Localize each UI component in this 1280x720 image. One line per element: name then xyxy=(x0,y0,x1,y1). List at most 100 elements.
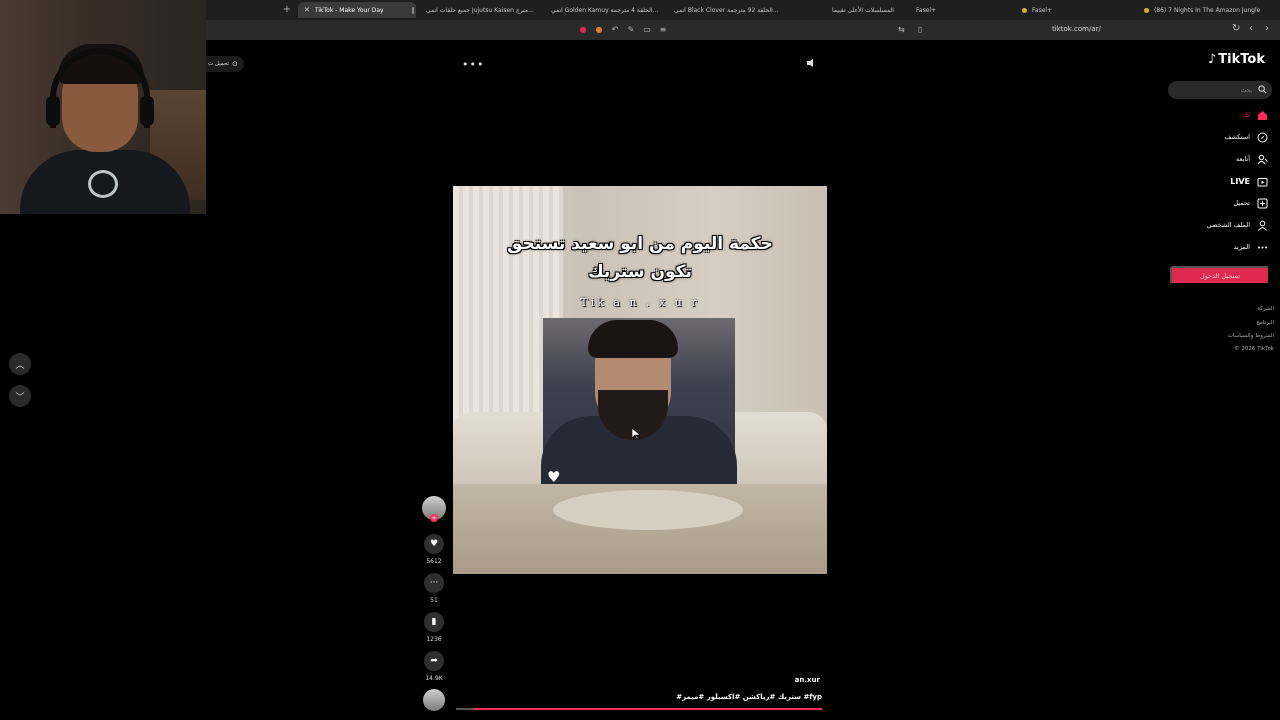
bookmark-icon[interactable]: ▯ xyxy=(918,25,922,34)
get-app-label: تحميل ت xyxy=(208,61,230,67)
like-button[interactable]: ♥ 5612 xyxy=(420,534,448,565)
close-tab-icon[interactable]: ✕ xyxy=(304,6,310,14)
tools-icon[interactable]: ✎ xyxy=(626,25,636,35)
stats-icon[interactable]: ≡ xyxy=(658,25,668,35)
video-progress-bar[interactable] xyxy=(456,708,822,710)
mouse-cursor-icon xyxy=(632,428,640,440)
footer-link-company[interactable]: الشركة xyxy=(1257,306,1274,312)
heart-overlay-icon: ♥ xyxy=(547,468,561,486)
compass-icon xyxy=(1256,131,1268,143)
tab-label: Fasel+ xyxy=(1032,6,1053,14)
comment-count: 51 xyxy=(430,597,438,604)
music-disc-icon[interactable] xyxy=(423,689,445,711)
following-icon xyxy=(1256,153,1268,165)
more-options-icon[interactable]: ••• xyxy=(462,58,484,71)
sidebar-item-live[interactable]: LIVE xyxy=(1230,175,1268,187)
chevron-down-icon: ﹀ xyxy=(15,392,25,403)
home-icon xyxy=(1256,109,1268,121)
sidebar-item-label: LIVE xyxy=(1230,176,1250,186)
settings-sliders-icon[interactable]: ⇆ xyxy=(898,25,905,34)
forward-icon[interactable]: › xyxy=(1265,23,1269,34)
tab-golden-kamuy[interactable]: انمي Golden Kamuy الحلقة 4 مترجمة... xyxy=(545,2,663,18)
sidebar-item-label: لك xyxy=(1242,111,1250,119)
like-count: 5612 xyxy=(426,558,442,565)
tab-label: انمي Golden Kamuy الحلقة 4 مترجمة... xyxy=(551,6,659,14)
sidebar-item-label: الملف الشخصي xyxy=(1206,221,1250,229)
profile-icon xyxy=(1256,219,1268,231)
upload-icon xyxy=(1256,197,1268,209)
share-button[interactable]: ➦ 14.9K xyxy=(420,651,448,682)
url-text[interactable]: tiktok.com/ar/ xyxy=(1052,25,1101,33)
video-hashtags[interactable]: #ستريك #رياكشن #اكسبلور #ميمز #fyp xyxy=(640,693,822,701)
tiktok-logo[interactable]: ♪ TikTok xyxy=(1208,52,1265,67)
back-icon[interactable]: ‹ xyxy=(1249,23,1253,34)
sidebar-item-label: أتابعه xyxy=(1235,155,1250,163)
extension-icon[interactable]: ● xyxy=(594,25,604,35)
tab-label: المسلسلات الأعلى تقييما xyxy=(832,6,894,14)
share-icon[interactable]: ➦ xyxy=(424,651,444,671)
footer-link-program[interactable]: البرنامج xyxy=(1256,320,1274,326)
tab-youtube[interactable]: (86) 7 Nights In The Amazon Jungle xyxy=(1138,2,1278,18)
bookmark-icon[interactable]: ▮ xyxy=(424,612,444,632)
screen: + ✕ TikTok - Make Your Day جميع حلقات ان… xyxy=(0,0,1280,720)
sound-disc-button[interactable] xyxy=(420,689,448,711)
reload-icon[interactable]: ↻ xyxy=(1232,23,1240,34)
video-author[interactable]: an.xur xyxy=(700,676,820,684)
tab-fasel-2[interactable]: Fasel+ xyxy=(1016,2,1066,18)
next-video-button[interactable]: ﹀ xyxy=(9,385,31,407)
video-player[interactable]: ♥ حكمة اليوم من ابو سعيد تستحق تكون ستري… xyxy=(453,186,827,574)
site-favicon-icon xyxy=(1022,7,1027,13)
tab-fasel-1[interactable]: Fasel+ xyxy=(910,2,950,18)
tab-label: TikTok - Make Your Day xyxy=(314,6,384,14)
comment-button[interactable]: ··· 51 xyxy=(420,573,448,604)
follow-plus-icon[interactable]: + xyxy=(430,514,438,522)
sidebar-item-profile[interactable]: الملف الشخصي xyxy=(1207,219,1268,231)
search-box[interactable] xyxy=(1168,81,1272,99)
save-count: 1236 xyxy=(426,636,442,643)
video-person-hair xyxy=(588,320,678,358)
tiktok-logo-text: TikTok xyxy=(1218,52,1265,67)
video-watermark: Tik a n . x u r xyxy=(580,296,700,309)
avatar[interactable]: + xyxy=(422,496,446,522)
comment-icon[interactable]: ··· xyxy=(424,573,444,593)
save-button[interactable]: ▮ 1236 xyxy=(420,612,448,643)
tab-jujutsu[interactable]: جميع حلقات انمي Jujutsu Kaisen مترج... xyxy=(420,2,540,18)
headset-ear-icon xyxy=(140,96,154,126)
creator-avatar-button[interactable]: + xyxy=(420,496,448,522)
sidebar-item-following[interactable]: أتابعه xyxy=(1236,153,1268,165)
sidebar-item-label: المزيد xyxy=(1233,243,1250,251)
sidebar-item-more[interactable]: المزيد xyxy=(1234,241,1268,253)
login-button[interactable]: تسجيل الدخول xyxy=(1170,266,1270,285)
sidebar-item-for-you[interactable]: لك xyxy=(1243,109,1268,121)
site-favicon-icon xyxy=(1144,7,1149,13)
more-icon xyxy=(1256,241,1268,253)
tiktok-favicon-icon xyxy=(411,6,414,14)
video-caption-line2: تكون ستريك xyxy=(588,262,692,282)
sidebar-item-label: تحميل xyxy=(1233,199,1250,207)
search-input[interactable] xyxy=(1174,84,1252,96)
volume-icon[interactable] xyxy=(806,58,816,68)
share-count: 14.9K xyxy=(425,675,443,682)
heart-icon[interactable]: ♥ xyxy=(424,534,444,554)
video-progress-fill xyxy=(474,708,822,710)
sidebar-item-upload[interactable]: تحميل xyxy=(1233,197,1268,209)
back-arrow-icon[interactable]: ↶ xyxy=(610,25,620,35)
tab-label: (86) 7 Nights In The Amazon Jungle xyxy=(1154,6,1261,14)
search-icon[interactable] xyxy=(1258,85,1267,94)
previous-video-button[interactable]: ︿ xyxy=(9,353,31,375)
tab-black-clover[interactable]: انمي Black Clover الحلقة 92 مترجمة... xyxy=(668,2,786,18)
new-tab-button[interactable]: + xyxy=(282,4,292,16)
extension-icon[interactable]: ● xyxy=(578,25,588,35)
sidebar-item-explore[interactable]: استكشف xyxy=(1225,131,1268,143)
screen-icon[interactable]: ▭ xyxy=(642,25,652,35)
tab-label: جميع حلقات انمي Jujutsu Kaisen مترج... xyxy=(426,6,534,14)
get-app-pill[interactable]: تحميل ت ⊙ xyxy=(206,56,244,72)
webcam-overlay xyxy=(0,0,206,214)
sidebar-item-label: استكشف xyxy=(1224,133,1250,141)
tab-tiktok[interactable]: ✕ TikTok - Make Your Day xyxy=(298,2,416,18)
footer-link-terms[interactable]: الشروط والسياسات xyxy=(1228,333,1274,339)
address-bar: ● ● ↶ ✎ ▭ ≡ tiktok.com/ar/ ⇆ ▯ ↻ ‹ › xyxy=(206,20,1280,40)
tab-top-rated[interactable]: المسلسلات الأعلى تقييما xyxy=(826,2,906,18)
chevron-up-icon: ︿ xyxy=(15,360,25,371)
headset-ear-icon xyxy=(46,96,60,126)
